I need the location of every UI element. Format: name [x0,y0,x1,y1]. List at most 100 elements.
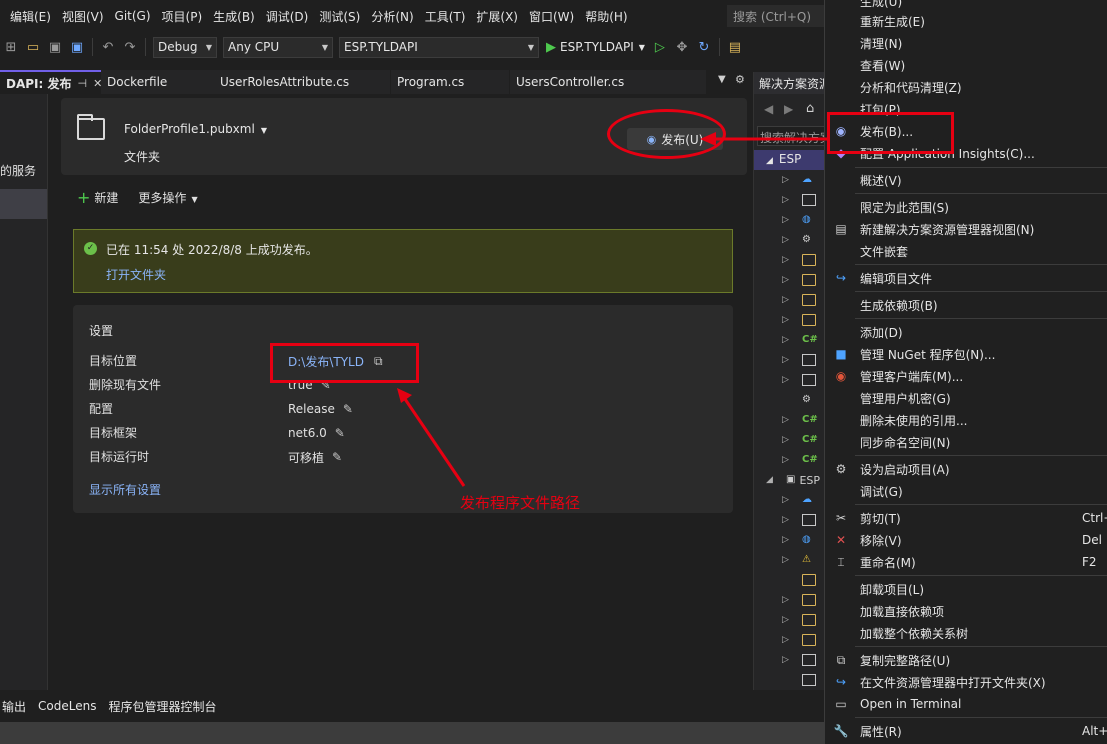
tree-item[interactable]: ▷ ⚠ [782,550,816,570]
tree-item[interactable]: ▷ ☁ [782,490,816,510]
tree-item[interactable]: ▷ [782,630,816,650]
tree-item[interactable]: ▷ [782,590,816,610]
show-all-settings-link[interactable]: 显示所有设置 [89,481,161,498]
menu-view-item[interactable]: 查看(W) [825,54,1107,76]
pencil-icon[interactable]: ✎ [343,402,353,416]
open-folder-icon[interactable]: ▭ [24,38,42,56]
menu-build[interactable]: 生成(B) [208,8,260,25]
menu-edit-project-item[interactable]: ↪ 编辑项目文件 [825,267,1107,289]
tree-root[interactable]: ◢ ESP [754,150,830,170]
menu-user-secrets-item[interactable]: 管理用户机密(G) [825,387,1107,409]
redo-icon[interactable]: ↷ [121,38,139,56]
menu-load-tree-item[interactable]: 加载整个依赖关系树 [825,622,1107,644]
menu-clean-item[interactable]: 清理(N) [825,32,1107,54]
folder-view-icon[interactable]: ▤ [726,38,744,56]
menu-properties-item[interactable]: 🔧 属性(R) Alt+ [825,720,1107,742]
tab-program[interactable]: Program.cs [391,70,509,94]
back-icon[interactable]: ◀ [764,102,773,116]
menu-window[interactable]: 窗口(W) [524,8,579,25]
menu-debug-item[interactable]: 调试(G) [825,480,1107,502]
tree-item[interactable]: ▷ [782,370,816,390]
menu-build-deps-item[interactable]: 生成依赖项(B) [825,294,1107,316]
menu-add-item[interactable]: 添加(D) [825,321,1107,343]
undo-icon[interactable]: ↶ [99,38,117,56]
menu-test[interactable]: 测试(S) [314,8,365,25]
search-input[interactable]: 搜索 (Ctrl+Q) [727,5,827,27]
run-button[interactable]: ▶ ESP.TYLDAPI ▼ [546,40,645,55]
tree-item[interactable]: ▷ ◍ [782,210,816,230]
tree-item[interactable] [782,670,816,690]
menu-rebuild-item[interactable]: 重新生成(E) [825,10,1107,32]
save-icon[interactable]: ▣ [46,38,64,56]
tree-item[interactable]: ▷ [782,510,816,530]
tree-item[interactable]: ⚙ [782,390,816,410]
menu-overview-item[interactable]: 概述(V) [825,169,1107,191]
new-button[interactable]: 新建 [94,189,118,206]
tree-item[interactable]: ▷ C# [782,410,818,430]
tree-item[interactable]: ▷ [782,250,816,270]
menu-edit[interactable]: 编辑(E) [0,8,56,25]
menu-analyze[interactable]: 分析(N) [366,8,418,25]
tree-item[interactable]: ▷ [782,350,816,370]
menu-sync-namespace-item[interactable]: 同步命名空间(N) [825,431,1107,453]
tree-item[interactable]: ▷ [782,310,816,330]
menu-project[interactable]: 项目(P) [157,8,208,25]
tree-item[interactable]: ▷ C# [782,330,818,350]
tab-output[interactable]: 输出 [2,698,26,715]
tree-item[interactable]: ▷ [782,290,816,310]
menu-load-direct-item[interactable]: 加载直接依赖项 [825,600,1107,622]
tree-item[interactable]: ▷ C# [782,450,818,470]
menu-view[interactable]: 视图(V) [57,8,109,25]
tree-project-2[interactable]: ◢ ▣ ESP [766,470,820,490]
project-select[interactable]: ESP.TYLDAPI ▼ [339,36,539,58]
menu-remove-unused-item[interactable]: 删除未使用的引用... [825,409,1107,431]
menu-scope-item[interactable]: 限定为此范围(S) [825,196,1107,218]
menu-nuget-item[interactable]: ■ 管理 NuGet 程序包(N)... [825,343,1107,365]
tree-item[interactable]: ▷ [782,270,816,290]
tab-codelens[interactable]: CodeLens [38,699,96,713]
menu-debug[interactable]: 调试(D) [261,8,314,25]
menu-help[interactable]: 帮助(H) [580,8,632,25]
profile-selector[interactable]: FolderProfile1.pubxml ▼ [124,122,267,136]
tree-item[interactable] [782,570,816,590]
start-without-debug-icon[interactable]: ▷ [651,38,669,56]
menu-remove-item[interactable]: ✕ 移除(V) Del [825,529,1107,551]
pin-icon[interactable]: ⊣ [78,77,88,90]
menu-cut-item[interactable]: ✂ 剪切(T) Ctrl+ [825,507,1107,529]
home-icon[interactable]: ⌂ [806,101,814,116]
platform-select[interactable]: Any CPU ▼ [223,36,333,58]
pencil-icon[interactable]: ✎ [332,450,342,464]
menu-unload-item[interactable]: 卸载项目(L) [825,578,1107,600]
tab-userrolesattribute[interactable]: UserRolesAttribute.cs [214,70,390,94]
tab-package-console[interactable]: 程序包管理器控制台 [108,698,216,715]
menu-extensions[interactable]: 扩展(X) [471,8,523,25]
tree-item[interactable]: ▷ ⚙ [782,230,816,250]
menu-copy-path-item[interactable]: ⧉ 复制完整路径(U) [825,649,1107,671]
selected-item[interactable] [0,189,47,219]
tree-item[interactable]: ▷ [782,190,816,210]
config-select[interactable]: Debug ▼ [153,36,217,58]
more-actions-button[interactable]: 更多操作 ▼ [138,189,197,206]
menu-rename-item[interactable]: ⌶ 重命名(M) F2 [825,551,1107,573]
menu-tools[interactable]: 工具(T) [420,8,471,25]
menu-analyze-item[interactable]: 分析和代码清理(Z) [825,76,1107,98]
menu-client-libs-item[interactable]: ◉ 管理客户端库(M)... [825,365,1107,387]
tab-dockerfile[interactable]: Dockerfile [101,70,214,94]
tree-item[interactable]: ▷ C# [782,430,818,450]
tab-list-icon[interactable]: ▼ [718,74,726,85]
forward-icon[interactable]: ▶ [784,102,793,116]
solution-search-input[interactable]: 搜索解决方案 [757,126,829,146]
pencil-icon[interactable]: ✎ [335,426,345,440]
tab-userscontroller[interactable]: UsersController.cs [510,70,706,94]
menu-open-folder-item[interactable]: ↪ 在文件资源管理器中打开文件夹(X) [825,671,1107,693]
menu-new-view-item[interactable]: ▤ 新建解决方案资源管理器视图(N) [825,218,1107,240]
tree-item[interactable]: ▷ [782,650,816,670]
menu-startup-item[interactable]: ⚙ 设为启动项目(A) [825,458,1107,480]
tree-item[interactable]: ▷ ☁ [782,170,816,190]
open-folder-link[interactable]: 打开文件夹 [106,266,166,283]
gear-icon[interactable]: ⚙ [735,73,745,86]
menu-file-nesting-item[interactable]: 文件嵌套 [825,240,1107,262]
save-all-icon[interactable]: ▣ [68,38,86,56]
tree-item[interactable]: ▷ [782,610,816,630]
refresh-icon[interactable]: ↻ [695,38,713,56]
